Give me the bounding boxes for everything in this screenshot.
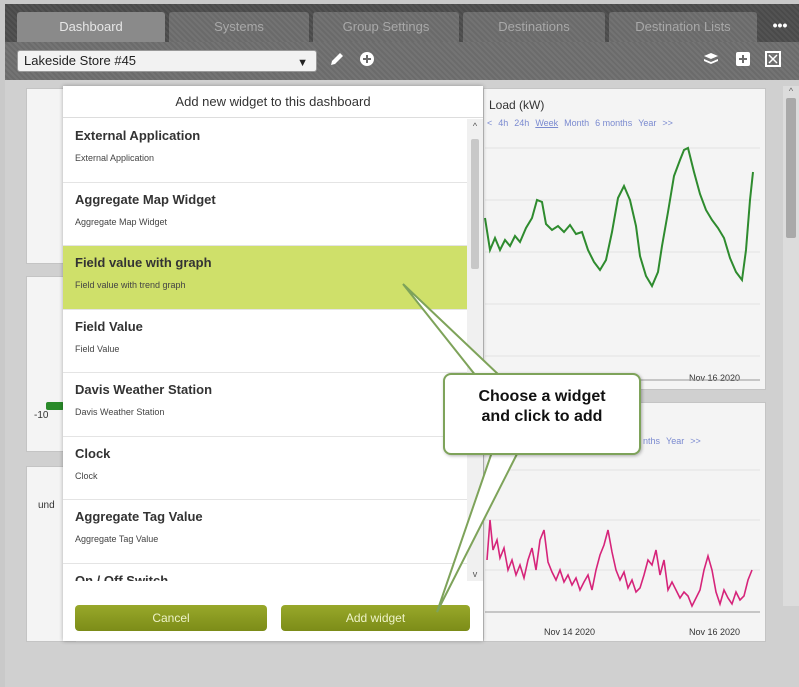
callout-pointers <box>402 283 520 613</box>
callout-line-2: and click to add <box>481 408 603 425</box>
callout-tip: Choose a widget and click to add <box>443 373 641 455</box>
callout-line-1: Choose a widget <box>478 388 606 405</box>
